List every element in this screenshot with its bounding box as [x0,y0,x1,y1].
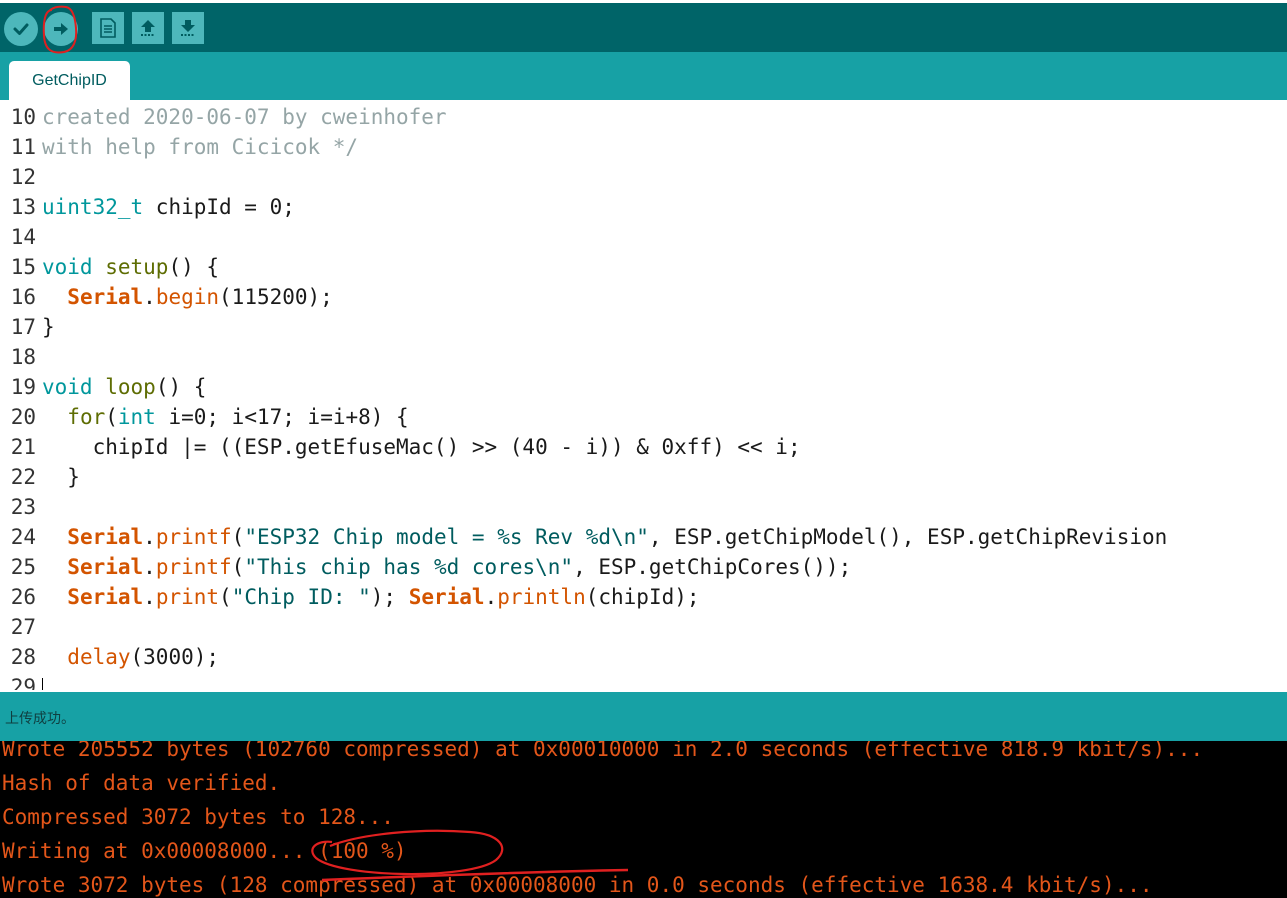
line-number: 25 [10,555,36,579]
line-number: 16 [10,285,36,309]
arrow-right-icon [54,23,68,35]
save-button[interactable] [172,12,204,44]
code-text: uint32_t chipId = 0; [42,195,295,219]
line-number: 28 [10,645,36,669]
upload-button[interactable] [44,12,78,46]
code-text: } [42,465,80,489]
code-text: Serial.print("Chip ID: "); Serial.printl… [67,585,700,609]
arrow-down-icon [181,20,195,36]
line-number: 14 [10,225,36,249]
console-line: Compressed 3072 bytes to 128... [2,805,394,829]
line-number: 18 [10,345,36,369]
console-line: Writing at 0x00008000... (100 %) [2,839,407,863]
line-number: 13 [10,195,36,219]
console-line: Wrote 205552 bytes (102760 compressed) a… [2,741,1204,761]
line-number: 20 [10,405,36,429]
line-number: 23 [10,495,36,519]
line-number: 17 [10,315,36,339]
verify-button[interactable] [4,12,38,46]
status-bar: 上传成功。 [0,690,1287,741]
code-text: chipId |= ((ESP.getEfuseMac() >> (40 - i… [42,435,801,459]
console-line: Hash of data verified. [2,771,281,795]
code-text: Serial.begin(115200); [67,285,333,309]
new-button[interactable] [92,12,124,44]
line-number: 24 [10,525,36,549]
tab-bar: GetChipID [0,52,1287,100]
line-number: 15 [10,255,36,279]
output-console[interactable]: Wrote 205552 bytes (102760 compressed) a… [0,741,1287,898]
status-message: 上传成功。 [5,711,75,727]
line-number: 26 [10,585,36,609]
code-text: with help from Cicicok */ [42,135,359,159]
code-text: Serial.printf("This chip has %d cores\n"… [67,555,852,579]
check-icon [13,23,29,35]
arrow-up-icon [141,20,155,36]
line-number: 29 [10,675,36,690]
status-divider [0,690,1287,692]
console-line: Wrote 3072 bytes (128 compressed) at 0x0… [2,873,1153,897]
code-text: delay(3000); [67,645,220,669]
toolbar [0,0,1287,52]
code-text: created 2020-06-07 by cweinhofer [42,105,447,129]
text-cursor [42,678,43,690]
open-button[interactable] [132,12,164,44]
line-number: 19 [10,375,36,399]
line-number: 12 [10,165,36,189]
code-text: Serial.printf("ESP32 Chip model = %s Rev… [67,525,1168,549]
line-number: 11 [10,135,36,159]
line-number: 27 [10,615,36,639]
code-text: void loop() { [42,375,207,399]
line-number: 22 [10,465,36,489]
code-text: for(int i=0; i<17; i=i+8) { [67,405,409,429]
code-editor[interactable]: 10 created 2020-06-07 by cweinhofer 11 with… [0,100,1287,690]
tab-getchipid[interactable]: GetChipID [9,61,130,100]
line-number: 10 [10,105,36,129]
line-number: 21 [10,435,36,459]
document-icon [100,18,116,38]
code-text: void setup() { [42,255,220,279]
code-text: } [42,315,55,339]
